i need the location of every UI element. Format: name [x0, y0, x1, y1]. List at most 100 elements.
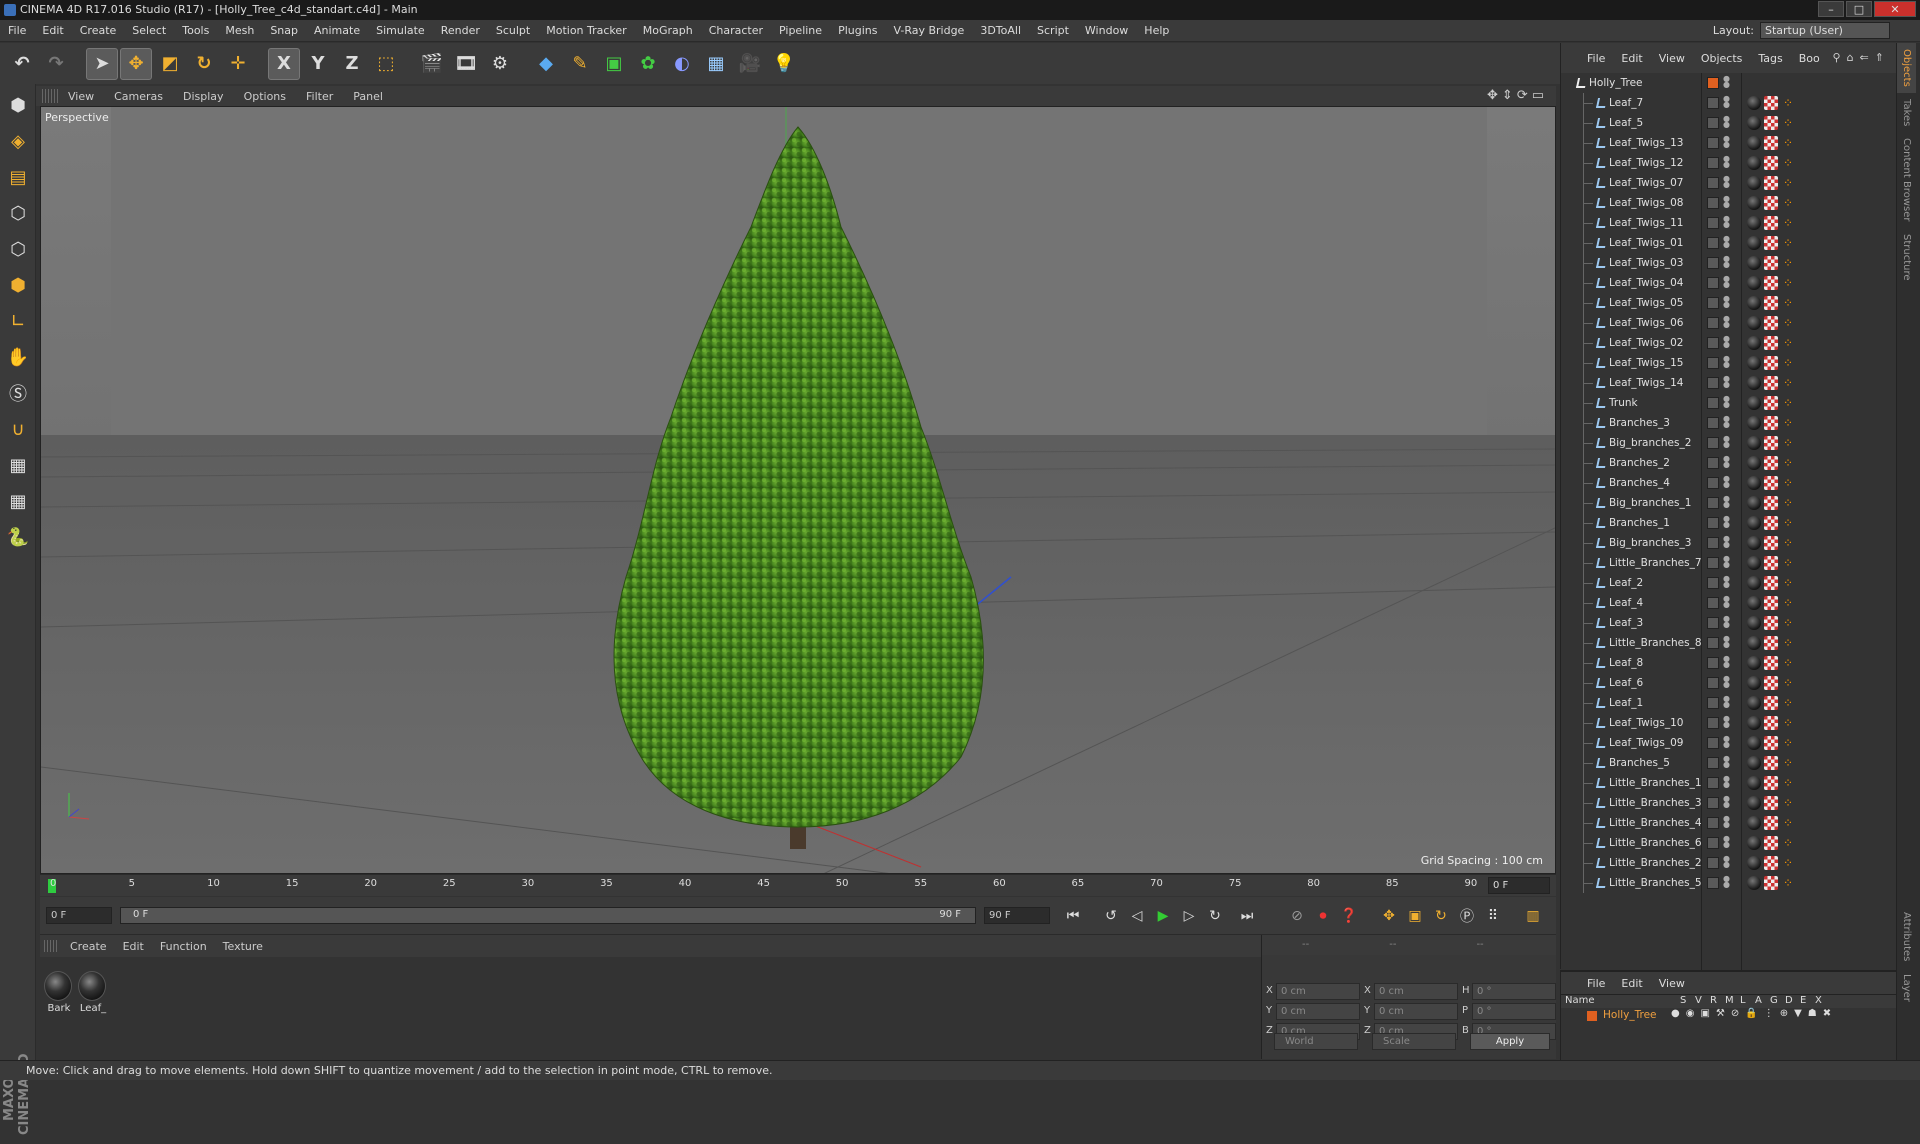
pen-icon[interactable]: ✎ [564, 48, 596, 80]
menu-script[interactable]: Script [1029, 20, 1077, 42]
texture-tag-icon[interactable] [1747, 236, 1761, 250]
layer-menu-view[interactable]: View [1651, 977, 1693, 990]
material-bark[interactable]: Bark [44, 971, 74, 1014]
visibility-dots-icon[interactable]: ● ● [1723, 695, 1730, 710]
visibility-dots-icon[interactable]: ● ● [1723, 95, 1730, 110]
texture-tag-icon[interactable] [1747, 256, 1761, 270]
layer-color-swatch[interactable] [1707, 137, 1719, 149]
autokey-icon[interactable]: ❓ [1336, 904, 1362, 928]
uvw-tag-icon[interactable] [1764, 296, 1778, 310]
deformer-icon[interactable]: ◐ [666, 48, 698, 80]
layer-color-swatch[interactable] [1707, 677, 1719, 689]
visibility-dots-icon[interactable]: ● ● [1723, 195, 1730, 210]
phong-tag-icon[interactable]: ⁘ [1781, 876, 1795, 890]
render-picture-viewer-icon[interactable]: 🎞 [450, 48, 482, 80]
visibility-dots-icon[interactable]: ● ● [1723, 875, 1730, 890]
phong-tag-icon[interactable]: ⁘ [1781, 236, 1795, 250]
uvw-tag-icon[interactable] [1764, 176, 1778, 190]
texture-tag-icon[interactable] [1747, 396, 1761, 410]
phong-tag-icon[interactable]: ⁘ [1781, 176, 1795, 190]
layer-color-swatch[interactable] [1707, 377, 1719, 389]
object-row[interactable]: Branches_3 ● ● ⁘ [1561, 413, 1897, 433]
phong-tag-icon[interactable]: ⁘ [1781, 556, 1795, 570]
uvw-tag-icon[interactable] [1764, 816, 1778, 830]
texture-tag-icon[interactable] [1747, 596, 1761, 610]
object-row[interactable]: Leaf_Twigs_06 ● ● ⁘ [1561, 313, 1897, 333]
key-parameter-icon[interactable]: Ⓟ [1454, 904, 1480, 928]
visibility-dots-icon[interactable]: ● ● [1723, 175, 1730, 190]
subdivision-icon[interactable]: ▣ [598, 48, 630, 80]
object-row[interactable]: Trunk ● ● ⁘ [1561, 393, 1897, 413]
layer-color-swatch[interactable] [1707, 637, 1719, 649]
timeline-ruler[interactable]: 0 5 10 15 20 25 30 35 40 45 50 55 60 65 70 75 80 85 90 0 F [40, 874, 1556, 896]
texture-tag-icon[interactable] [1747, 356, 1761, 370]
object-menu-objects[interactable]: Objects [1693, 52, 1751, 65]
layer-color-swatch[interactable] [1707, 557, 1719, 569]
uvw-tag-icon[interactable] [1764, 256, 1778, 270]
layer-flag-column[interactable]: X [1815, 995, 1822, 1006]
visibility-dots-icon[interactable]: ● ● [1723, 535, 1730, 550]
visibility-dots-icon[interactable]: ● ● [1723, 475, 1730, 490]
phong-tag-icon[interactable]: ⁘ [1781, 796, 1795, 810]
material-menu-function[interactable]: Function [152, 940, 215, 953]
layer-row[interactable]: Holly_Tree ●◉▣⚒⊘🔒⋮⊕▼☗✖ [1561, 1008, 1896, 1024]
texture-tag-icon[interactable] [1747, 376, 1761, 390]
layer-color-swatch[interactable] [1707, 417, 1719, 429]
object-row[interactable]: Leaf_Twigs_04 ● ● ⁘ [1561, 273, 1897, 293]
panel-grip[interactable] [44, 940, 58, 952]
phong-tag-icon[interactable]: ⁘ [1781, 596, 1795, 610]
uvw-tag-icon[interactable] [1764, 536, 1778, 550]
menu-3dtoall[interactable]: 3DToAll [972, 20, 1029, 42]
play-icon[interactable]: ▶ [1150, 904, 1176, 928]
magnet-icon[interactable]: ∪ [3, 414, 33, 444]
visibility-dots-icon[interactable]: ● ● [1723, 275, 1730, 290]
uvw-tag-icon[interactable] [1764, 436, 1778, 450]
layer-color-swatch[interactable] [1707, 257, 1719, 269]
texture-tag-icon[interactable] [1747, 456, 1761, 470]
3d-viewport[interactable]: Perspective Grid Spacing : 100 cm [40, 106, 1556, 874]
texture-tag-icon[interactable] [1747, 636, 1761, 650]
visibility-dots-icon[interactable]: ● ● [1723, 555, 1730, 570]
visibility-dots-icon[interactable]: ● ● [1723, 155, 1730, 170]
z-axis-icon[interactable]: Z [336, 48, 368, 80]
layer-color-swatch[interactable] [1707, 737, 1719, 749]
menu-simulate[interactable]: Simulate [368, 20, 433, 42]
layer-color-swatch[interactable] [1707, 797, 1719, 809]
object-row[interactable]: Leaf_Twigs_02 ● ● ⁘ [1561, 333, 1897, 353]
texture-tag-icon[interactable] [1747, 516, 1761, 530]
visibility-dots-icon[interactable]: ● ● [1723, 815, 1730, 830]
step-forward-icon[interactable]: ▷ [1176, 904, 1202, 928]
record-icon[interactable]: ⏺ [1310, 904, 1336, 928]
visibility-dots-icon[interactable]: ● ● [1723, 115, 1730, 130]
polygons-mode-icon[interactable]: ⬢ [3, 270, 33, 300]
uvw-tag-icon[interactable] [1764, 236, 1778, 250]
phong-tag-icon[interactable]: ⁘ [1781, 496, 1795, 510]
rotate-icon[interactable]: ↻ [188, 48, 220, 80]
menu-sculpt[interactable]: Sculpt [488, 20, 538, 42]
layer-color-swatch[interactable] [1707, 177, 1719, 189]
uvw-tag-icon[interactable] [1764, 576, 1778, 590]
texture-tag-icon[interactable] [1747, 556, 1761, 570]
layer-color-swatch[interactable] [1707, 277, 1719, 289]
step-back-icon[interactable]: ◁ [1124, 904, 1150, 928]
layer-color-swatch[interactable] [1707, 97, 1719, 109]
uvw-tag-icon[interactable] [1764, 376, 1778, 390]
previous-key-icon[interactable]: ↺ [1098, 904, 1124, 928]
phong-tag-icon[interactable]: ⁘ [1781, 116, 1795, 130]
side-tab-content-browser[interactable]: Content Browser [1897, 132, 1916, 227]
object-row[interactable]: Leaf_4 ● ● ⁘ [1561, 593, 1897, 613]
texture-tag-icon[interactable] [1747, 816, 1761, 830]
side-tab-objects[interactable]: Objects [1897, 43, 1916, 93]
uvw-tag-icon[interactable] [1764, 356, 1778, 370]
object-row[interactable]: Little_Branches_5 ● ● ⁘ [1561, 873, 1897, 893]
object-row[interactable]: Little_Branches_6 ● ● ⁘ [1561, 833, 1897, 853]
object-row[interactable]: Branches_1 ● ● ⁘ [1561, 513, 1897, 533]
phong-tag-icon[interactable]: ⁘ [1781, 296, 1795, 310]
layer-color-swatch[interactable] [1707, 77, 1719, 89]
uvw-tag-icon[interactable] [1764, 96, 1778, 110]
object-menu-file[interactable]: File [1579, 52, 1613, 65]
menu-character[interactable]: Character [701, 20, 771, 42]
layer-color-swatch[interactable] [1707, 577, 1719, 589]
visibility-dots-icon[interactable]: ● ● [1723, 775, 1730, 790]
object-row[interactable]: Leaf_6 ● ● ⁘ [1561, 673, 1897, 693]
